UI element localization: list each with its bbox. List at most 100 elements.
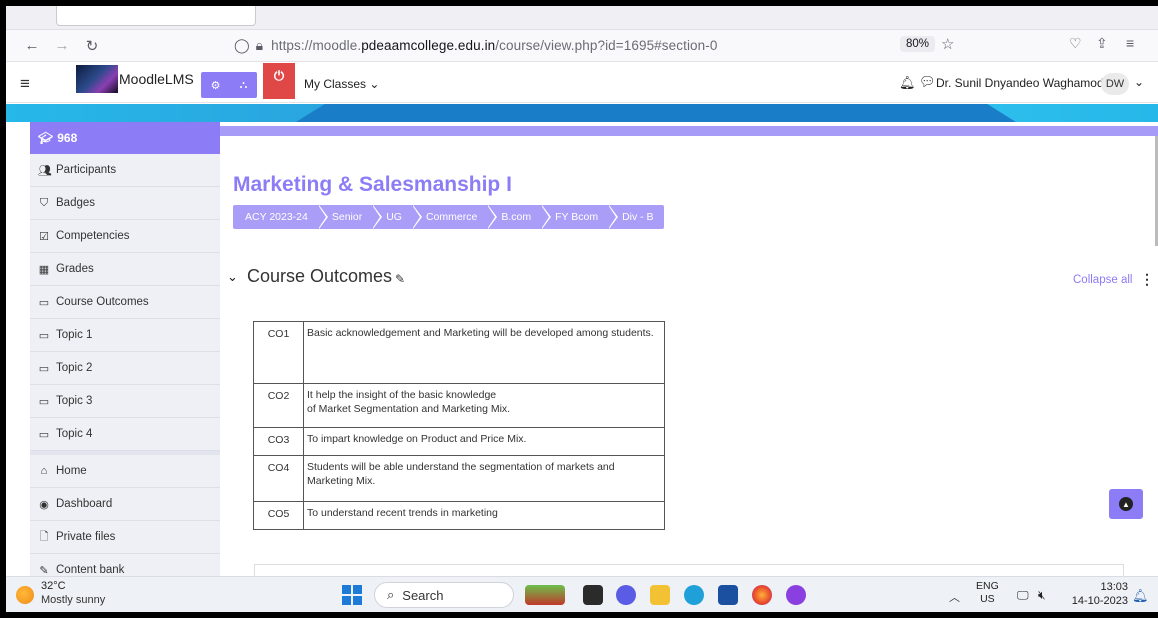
pocket-icon[interactable]: ♡ <box>1069 35 1082 52</box>
home-icon: ⌂ <box>40 465 48 477</box>
search-label: Search <box>402 587 444 603</box>
outcome-text: To impart knowledge on Product and Price… <box>303 427 665 456</box>
bell-icon[interactable]: 🔔︎ <box>899 75 916 91</box>
sidebar-item-grades[interactable]: ▦ Grades <box>30 253 220 286</box>
section-title: Course Outcomes <box>247 266 393 286</box>
breadcrumb-item[interactable]: ACY 2023-24 <box>233 205 328 229</box>
course-title: Marketing & Salesmanship I <box>233 173 512 196</box>
sitemap-icon: ⛬ <box>239 78 248 91</box>
folder-icon: ▭ <box>38 329 50 342</box>
search-icon: ⌕ <box>387 587 395 602</box>
reload-icon[interactable]: ↻ <box>80 37 104 55</box>
admin-tools-button[interactable]: ⚙ ⛬ <box>201 72 257 98</box>
sidebar-item-competencies[interactable]: ☑ Competencies <box>30 220 220 253</box>
bookmark-star-icon[interactable]: ☆ <box>941 35 954 53</box>
menu-icon[interactable]: ≡ <box>1126 35 1134 51</box>
pencil-icon[interactable]: ✎ <box>395 272 405 286</box>
avatar[interactable]: DW <box>1101 73 1129 95</box>
brand-name[interactable]: MoodleLMS <box>119 71 194 87</box>
my-classes-menu[interactable]: My Classes ⌄ <box>304 77 379 91</box>
gears-icon: ⚙ <box>210 79 221 92</box>
sidebar-item-label: Topic 3 <box>56 395 93 407</box>
share-icon[interactable]: ⇪ <box>1096 35 1108 52</box>
tracking-shield-icon[interactable]: ◯ <box>234 37 250 54</box>
table-row: CO5 To understand recent trends in market… <box>253 501 665 530</box>
chevron-up-icon[interactable]: ︿ <box>949 589 960 605</box>
kebab-menu-icon[interactable]: ⋮ <box>1140 271 1154 288</box>
shield-icon: ⛉ <box>39 196 49 209</box>
chevron-down-icon[interactable]: ⌄ <box>227 269 238 285</box>
start-icon[interactable] <box>342 585 362 605</box>
outcome-code: CO4 <box>253 455 304 502</box>
firefox-icon[interactable] <box>752 585 772 605</box>
language-bottom: US <box>980 593 995 605</box>
brush-icon: ✎ <box>39 564 49 577</box>
widget-icon[interactable] <box>525 585 565 605</box>
taskbar-search[interactable]: ⌕ Search <box>374 582 514 608</box>
banner-shape <box>296 104 1016 122</box>
edge-icon[interactable] <box>684 585 704 605</box>
weather-description[interactable]: Mostly sunny <box>41 594 105 606</box>
chevron-up-icon: ▲ <box>1119 497 1133 511</box>
network-icon[interactable]: 🖵︎ <box>1017 588 1029 603</box>
notification-icon[interactable]: 🔔︎ <box>1132 588 1149 604</box>
outcome-text: It help the insight of the basic knowled… <box>303 383 665 428</box>
table-row: CO1 Basic acknowledgement and Marketing w… <box>253 321 665 384</box>
sidebar-item-badges[interactable]: ⛉ Badges <box>30 187 220 220</box>
language-top: ENG <box>976 580 999 592</box>
task-view-icon[interactable] <box>583 585 603 605</box>
volume-muted-icon[interactable]: 🔇︎ <box>1038 588 1046 603</box>
wps-icon[interactable] <box>786 585 806 605</box>
language-indicator[interactable]: ENG US <box>976 580 999 606</box>
file-icon: 🗋︎ <box>39 530 49 543</box>
moodle-header: ≡ MoodleLMS ⚙ ⛬ ⏻ My Classes ⌄ 🔔︎ 💬︎ Dr.… <box>6 63 1158 103</box>
sidebar-item-participants[interactable]: 👥︎ Participants <box>30 154 220 187</box>
sidebar-item-topic-4[interactable]: ▭ Topic 4 <box>30 418 220 451</box>
sidebar-item-topic-1[interactable]: ▭ Topic 1 <box>30 319 220 352</box>
graduation-cap-icon: 🎓︎ <box>38 131 54 145</box>
breadcrumb-item[interactable]: FY Bcom <box>541 205 619 229</box>
power-icon[interactable]: ⏻ <box>263 63 295 99</box>
sidebar-item-course-outcomes[interactable]: ▭ Course Outcomes <box>30 286 220 319</box>
user-name[interactable]: Dr. Sunil Dnyandeo Waghamode <box>936 76 1110 90</box>
file-explorer-icon[interactable] <box>650 585 670 605</box>
sidebar-course-label: 968 <box>57 131 78 145</box>
breadcrumb-item[interactable]: Commerce <box>412 205 498 229</box>
weather-temperature[interactable]: 32°C <box>41 580 66 592</box>
tab-strip <box>6 6 1158 30</box>
next-section-box <box>254 564 1124 576</box>
clock[interactable]: 13:03 14-10-2023 <box>1068 580 1128 608</box>
outcome-code: CO5 <box>253 501 304 530</box>
browser-tab[interactable] <box>56 6 256 26</box>
sidebar-item-home[interactable]: ⌂ Home <box>30 455 220 488</box>
forward-icon[interactable]: → <box>50 37 74 54</box>
chevron-down-icon[interactable]: ⌄ <box>1134 75 1144 89</box>
sidebar-item-dashboard[interactable]: ◉ Dashboard <box>30 488 220 521</box>
scroll-to-top-button[interactable]: ▲ <box>1109 489 1143 519</box>
clock-date: 14-10-2023 <box>1071 595 1128 607</box>
sidebar-item-label: Participants <box>56 164 117 176</box>
teams-chat-icon[interactable] <box>616 585 636 605</box>
folder-icon: ▭ <box>38 395 50 408</box>
sidebar-item-private-files[interactable]: 🗋︎ Private files <box>30 521 220 554</box>
url-bar[interactable]: https://moodle.pdeaamcollege.edu.in/cour… <box>271 38 717 53</box>
checkbox-icon: ☑ <box>39 230 49 243</box>
lock-icon[interactable]: 🔒︎ <box>256 37 263 54</box>
site-logo[interactable] <box>76 65 118 93</box>
zoom-level[interactable]: 80% <box>900 36 936 52</box>
sidebar-item-label: Topic 2 <box>56 362 93 374</box>
url-domain: pdeaamcollege.edu.in <box>361 38 496 53</box>
sidebar-item-topic-3[interactable]: ▭ Topic 3 <box>30 385 220 418</box>
collapse-all-link[interactable]: Collapse all <box>1073 274 1132 286</box>
sidebar-course[interactable]: 🎓︎ 968 <box>30 122 220 154</box>
dashboard-icon: ◉ <box>39 498 49 511</box>
chat-icon[interactable]: 💬︎ <box>919 74 936 90</box>
store-icon[interactable] <box>718 585 738 605</box>
weather-icon[interactable] <box>16 586 34 604</box>
sidebar-item-label: Badges <box>56 197 96 209</box>
hamburger-icon[interactable]: ≡ <box>20 74 30 94</box>
sidebar-item-topic-2[interactable]: ▭ Topic 2 <box>30 352 220 385</box>
back-icon[interactable]: ← <box>20 37 44 54</box>
outcome-code: CO1 <box>253 321 304 384</box>
sidebar-item-content-bank[interactable]: ✎ Content bank <box>30 554 220 576</box>
